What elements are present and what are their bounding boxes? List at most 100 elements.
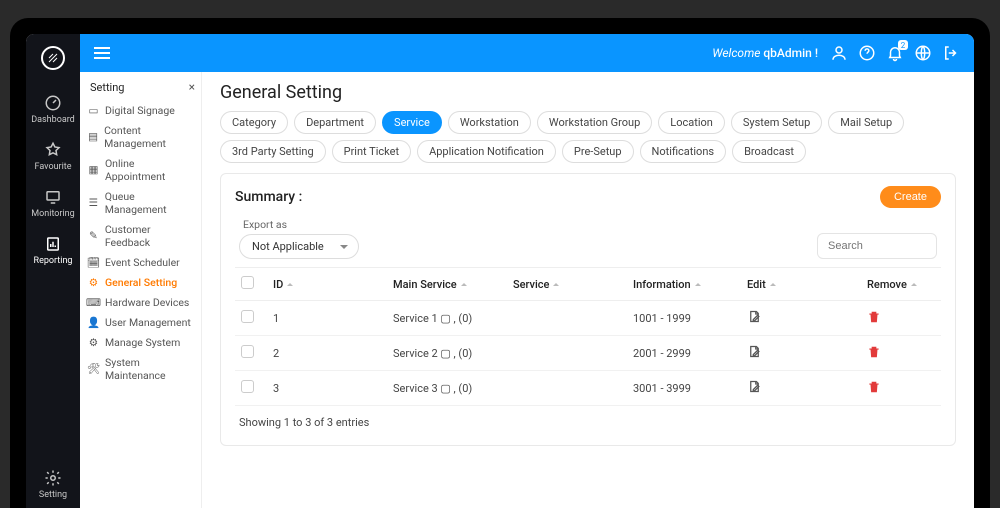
sidebar-item-online-appointment[interactable]: ▦ Online Appointment bbox=[84, 153, 201, 186]
trash-icon[interactable] bbox=[867, 380, 881, 394]
menu-item-icon: 👤 bbox=[88, 317, 99, 328]
tab-workstation-group[interactable]: Workstation Group bbox=[537, 111, 652, 134]
entries-text: Showing 1 to 3 of 3 entries bbox=[235, 416, 941, 429]
tab-category[interactable]: Category bbox=[220, 111, 288, 134]
cell-main-service: Service 1 ▢ , (0) bbox=[387, 301, 507, 336]
sidebar-title: Setting bbox=[90, 81, 125, 94]
col-information[interactable]: Information bbox=[633, 278, 701, 291]
rail-item-monitoring[interactable]: Monitoring bbox=[26, 188, 80, 219]
rail-item-setting[interactable]: Setting bbox=[26, 469, 80, 500]
row-checkbox[interactable] bbox=[241, 380, 254, 393]
menu-item-icon: ▤ bbox=[88, 131, 98, 142]
menu-item-icon: ✎ bbox=[88, 230, 99, 241]
sidebar-item-label: Online Appointment bbox=[105, 157, 197, 183]
rail-item-dashboard[interactable]: Dashboard bbox=[26, 94, 80, 125]
rail-label: Dashboard bbox=[31, 115, 75, 125]
tab-system-setup[interactable]: System Setup bbox=[731, 111, 822, 134]
table-row: 2Service 2 ▢ , (0) 2001 - 2999 bbox=[235, 336, 941, 371]
bell-icon[interactable]: 2 bbox=[886, 44, 904, 62]
sidebar-item-label: General Setting bbox=[105, 276, 177, 289]
sidebar-item-label: User Management bbox=[105, 316, 191, 329]
sidebar-item-label: Manage System bbox=[105, 336, 180, 349]
row-checkbox[interactable] bbox=[241, 310, 254, 323]
tab-location[interactable]: Location bbox=[658, 111, 725, 134]
welcome-text: Welcome qbAdmin ! bbox=[712, 46, 818, 60]
col-id[interactable]: ID bbox=[273, 278, 293, 291]
sidebar-item-hardware-devices[interactable]: ⌨Hardware Devices bbox=[84, 292, 201, 312]
monitor-icon bbox=[44, 188, 62, 206]
sidebar-item-label: Hardware Devices bbox=[105, 296, 189, 309]
tab-workstation[interactable]: Workstation bbox=[448, 111, 531, 134]
app-logo[interactable] bbox=[41, 46, 65, 70]
edit-icon[interactable] bbox=[747, 379, 762, 394]
export-label: Export as bbox=[239, 218, 359, 231]
gauge-icon bbox=[44, 94, 62, 112]
tab-pre-setup[interactable]: Pre-Setup bbox=[562, 140, 634, 163]
trash-icon[interactable] bbox=[867, 310, 881, 324]
cell-main-service: Service 2 ▢ , (0) bbox=[387, 336, 507, 371]
close-icon[interactable]: × bbox=[189, 80, 195, 94]
tab-print-ticket[interactable]: Print Ticket bbox=[332, 140, 411, 163]
export-select[interactable]: Not Applicable bbox=[239, 234, 359, 259]
menu-item-icon: 🗓 bbox=[88, 257, 99, 268]
sidebar-item-customer-feedback[interactable]: ✎ Customer Feedback bbox=[84, 219, 201, 252]
trash-icon[interactable] bbox=[867, 345, 881, 359]
cell-service bbox=[507, 336, 627, 371]
menu-item-icon: ▭ bbox=[88, 105, 99, 116]
sidebar-item-label: Queue Management bbox=[105, 190, 197, 216]
cell-main-service: Service 3 ▢ , (0) bbox=[387, 371, 507, 406]
edit-icon[interactable] bbox=[747, 309, 762, 324]
sidebar-item-queue-management[interactable]: ☰ Queue Management bbox=[84, 186, 201, 219]
cell-id: 1 bbox=[267, 301, 387, 336]
rail-label: Monitoring bbox=[31, 209, 74, 219]
cell-id: 3 bbox=[267, 371, 387, 406]
cell-service bbox=[507, 371, 627, 406]
sidebar-item-user-management[interactable]: 👤 User Management bbox=[84, 312, 201, 332]
rail-item-favourite[interactable]: Favourite bbox=[26, 141, 80, 172]
work-row: Setting × ▭Digital Signage▤Content Manag… bbox=[80, 72, 974, 508]
user-icon[interactable] bbox=[830, 44, 848, 62]
select-all-checkbox[interactable] bbox=[241, 276, 254, 289]
cell-id: 2 bbox=[267, 336, 387, 371]
menu-item-icon: ☰ bbox=[88, 197, 99, 208]
tab-mail-setup[interactable]: Mail Setup bbox=[828, 111, 904, 134]
edit-icon[interactable] bbox=[747, 344, 762, 359]
search-input[interactable] bbox=[817, 233, 937, 259]
create-button[interactable]: Create bbox=[880, 186, 941, 208]
sidebar-item-manage-system[interactable]: ⚙Manage System bbox=[84, 332, 201, 352]
sidebar-item-content-management[interactable]: ▤Content Management bbox=[84, 120, 201, 153]
notif-badge: 2 bbox=[898, 40, 908, 50]
globe-icon[interactable] bbox=[914, 44, 932, 62]
menu-item-icon: ▦ bbox=[88, 164, 99, 175]
tab-application-notification[interactable]: Application Notification bbox=[417, 140, 556, 163]
help-icon[interactable] bbox=[858, 44, 876, 62]
gear-icon bbox=[44, 469, 62, 487]
sidebar-item-digital-signage[interactable]: ▭Digital Signage bbox=[84, 100, 201, 120]
left-rail: Dashboard Favourite Monitoring Reporting… bbox=[26, 34, 80, 508]
tab-service[interactable]: Service bbox=[382, 111, 442, 134]
data-table: ID Main Service Service Information Edit… bbox=[235, 267, 941, 406]
logout-icon[interactable] bbox=[942, 44, 960, 62]
rail-item-reporting[interactable]: Reporting bbox=[26, 235, 80, 266]
col-service[interactable]: Service bbox=[513, 278, 559, 291]
tab-3rd-party-setting[interactable]: 3rd Party Setting bbox=[220, 140, 326, 163]
tab-notifications[interactable]: Notifications bbox=[640, 140, 727, 163]
sidebar-item-event-scheduler[interactable]: 🗓Event Scheduler bbox=[84, 252, 201, 272]
row-checkbox[interactable] bbox=[241, 345, 254, 358]
sidebar-item-label: Customer Feedback bbox=[105, 223, 197, 249]
rail-label: Favourite bbox=[35, 162, 72, 172]
col-main-service[interactable]: Main Service bbox=[393, 278, 467, 291]
hamburger-button[interactable] bbox=[94, 47, 110, 59]
tab-department[interactable]: Department bbox=[294, 111, 376, 134]
page-title: General Setting bbox=[220, 82, 956, 103]
sidebar-item-system-maintenance[interactable]: 🛠System Maintenance bbox=[84, 352, 201, 385]
cell-information: 2001 - 2999 bbox=[627, 336, 741, 371]
col-edit[interactable]: Edit bbox=[747, 278, 776, 291]
main-panel: General Setting Category Department Servic… bbox=[202, 72, 974, 508]
star-icon bbox=[44, 141, 62, 159]
col-remove[interactable]: Remove bbox=[867, 278, 917, 291]
sidebar-item-general-setting[interactable]: ⚙General Setting bbox=[84, 272, 201, 292]
tab-broadcast[interactable]: Broadcast bbox=[732, 140, 806, 163]
cell-service bbox=[507, 301, 627, 336]
sidebar-item-label: System Maintenance bbox=[105, 356, 197, 382]
